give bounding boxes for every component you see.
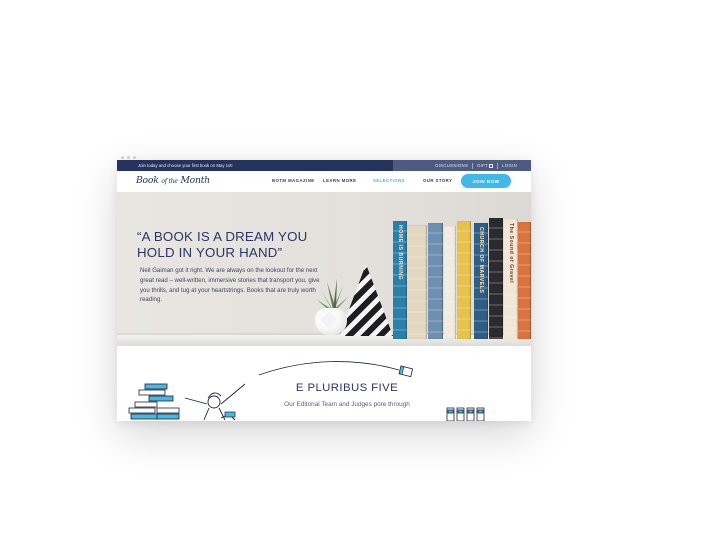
book-title: HOME IS BURNING (397, 225, 403, 281)
gift-label: GIFT (477, 163, 489, 168)
main-nav: Book of the Month BOTM MAGAZINE LEARN MO… (117, 171, 531, 193)
book-spine (428, 223, 443, 339)
hero-banner: “A BOOK IS A DREAM YOU HOLD IN YOUR HAND… (117, 192, 531, 346)
book-spine (444, 226, 456, 339)
login-link[interactable]: LOGIN (502, 163, 517, 168)
plant-pot (315, 308, 347, 335)
book-spine (407, 225, 427, 339)
hero-quote-line-1: “A BOOK IS A DREAM YOU (137, 229, 308, 244)
book-spine: CHURCH OF MARVELS (474, 223, 488, 339)
book-spine (518, 222, 531, 339)
logo-word-of-the: of the (161, 178, 178, 185)
hero-blurb: Neil Gaiman got it right. We are always … (140, 267, 320, 304)
divider (497, 162, 499, 169)
discussions-link[interactable]: DISCUSSIONS (435, 163, 468, 168)
join-now-button[interactable]: JOIN NOW (461, 174, 511, 188)
gift-link[interactable]: GIFT (477, 163, 494, 168)
section-subtitle: Our Editorial Team and Judges pore throu… (284, 401, 410, 408)
book-title: CHURCH OF MARVELS (478, 227, 484, 294)
browser-mockup: Join today and choose your first book on… (117, 160, 531, 421)
succulent-plant (317, 278, 349, 310)
book-spine: HOME IS BURNING (393, 221, 407, 339)
book-spine (489, 218, 503, 339)
hero-quote-line-2: HOLD IN YOUR HAND” (137, 245, 283, 260)
pluribus-section: E PLURIBUS FIVE Our Editorial Team and J… (117, 346, 531, 421)
book-spine: The Sound of Gravel (504, 219, 518, 339)
logo-word-book: Book (136, 175, 159, 186)
nav-learn-more[interactable]: LEARN MORE (323, 178, 356, 183)
divider (472, 162, 474, 169)
announcement-bar: Join today and choose your first book on… (117, 160, 531, 171)
nav-selections[interactable]: SELECTIONS (373, 178, 405, 183)
window-dots (121, 156, 136, 159)
site-logo[interactable]: Book of the Month (136, 175, 210, 186)
nav-our-story[interactable]: OUR STORY (423, 178, 452, 183)
gift-icon (489, 164, 494, 168)
section-title: E PLURIBUS FIVE (295, 382, 399, 394)
promo-text[interactable]: Join today and choose your first book on… (138, 163, 233, 168)
logo-word-month: Month (180, 175, 210, 186)
nav-botm-magazine[interactable]: BOTM MAGAZINE (272, 178, 315, 183)
book-spine (457, 221, 471, 339)
book-title: The Sound of Gravel (508, 223, 514, 284)
utility-links: DISCUSSIONS GIFT LOGIN (393, 160, 531, 171)
hero-quote: “A BOOK IS A DREAM YOU HOLD IN YOUR HAND… (137, 229, 337, 261)
